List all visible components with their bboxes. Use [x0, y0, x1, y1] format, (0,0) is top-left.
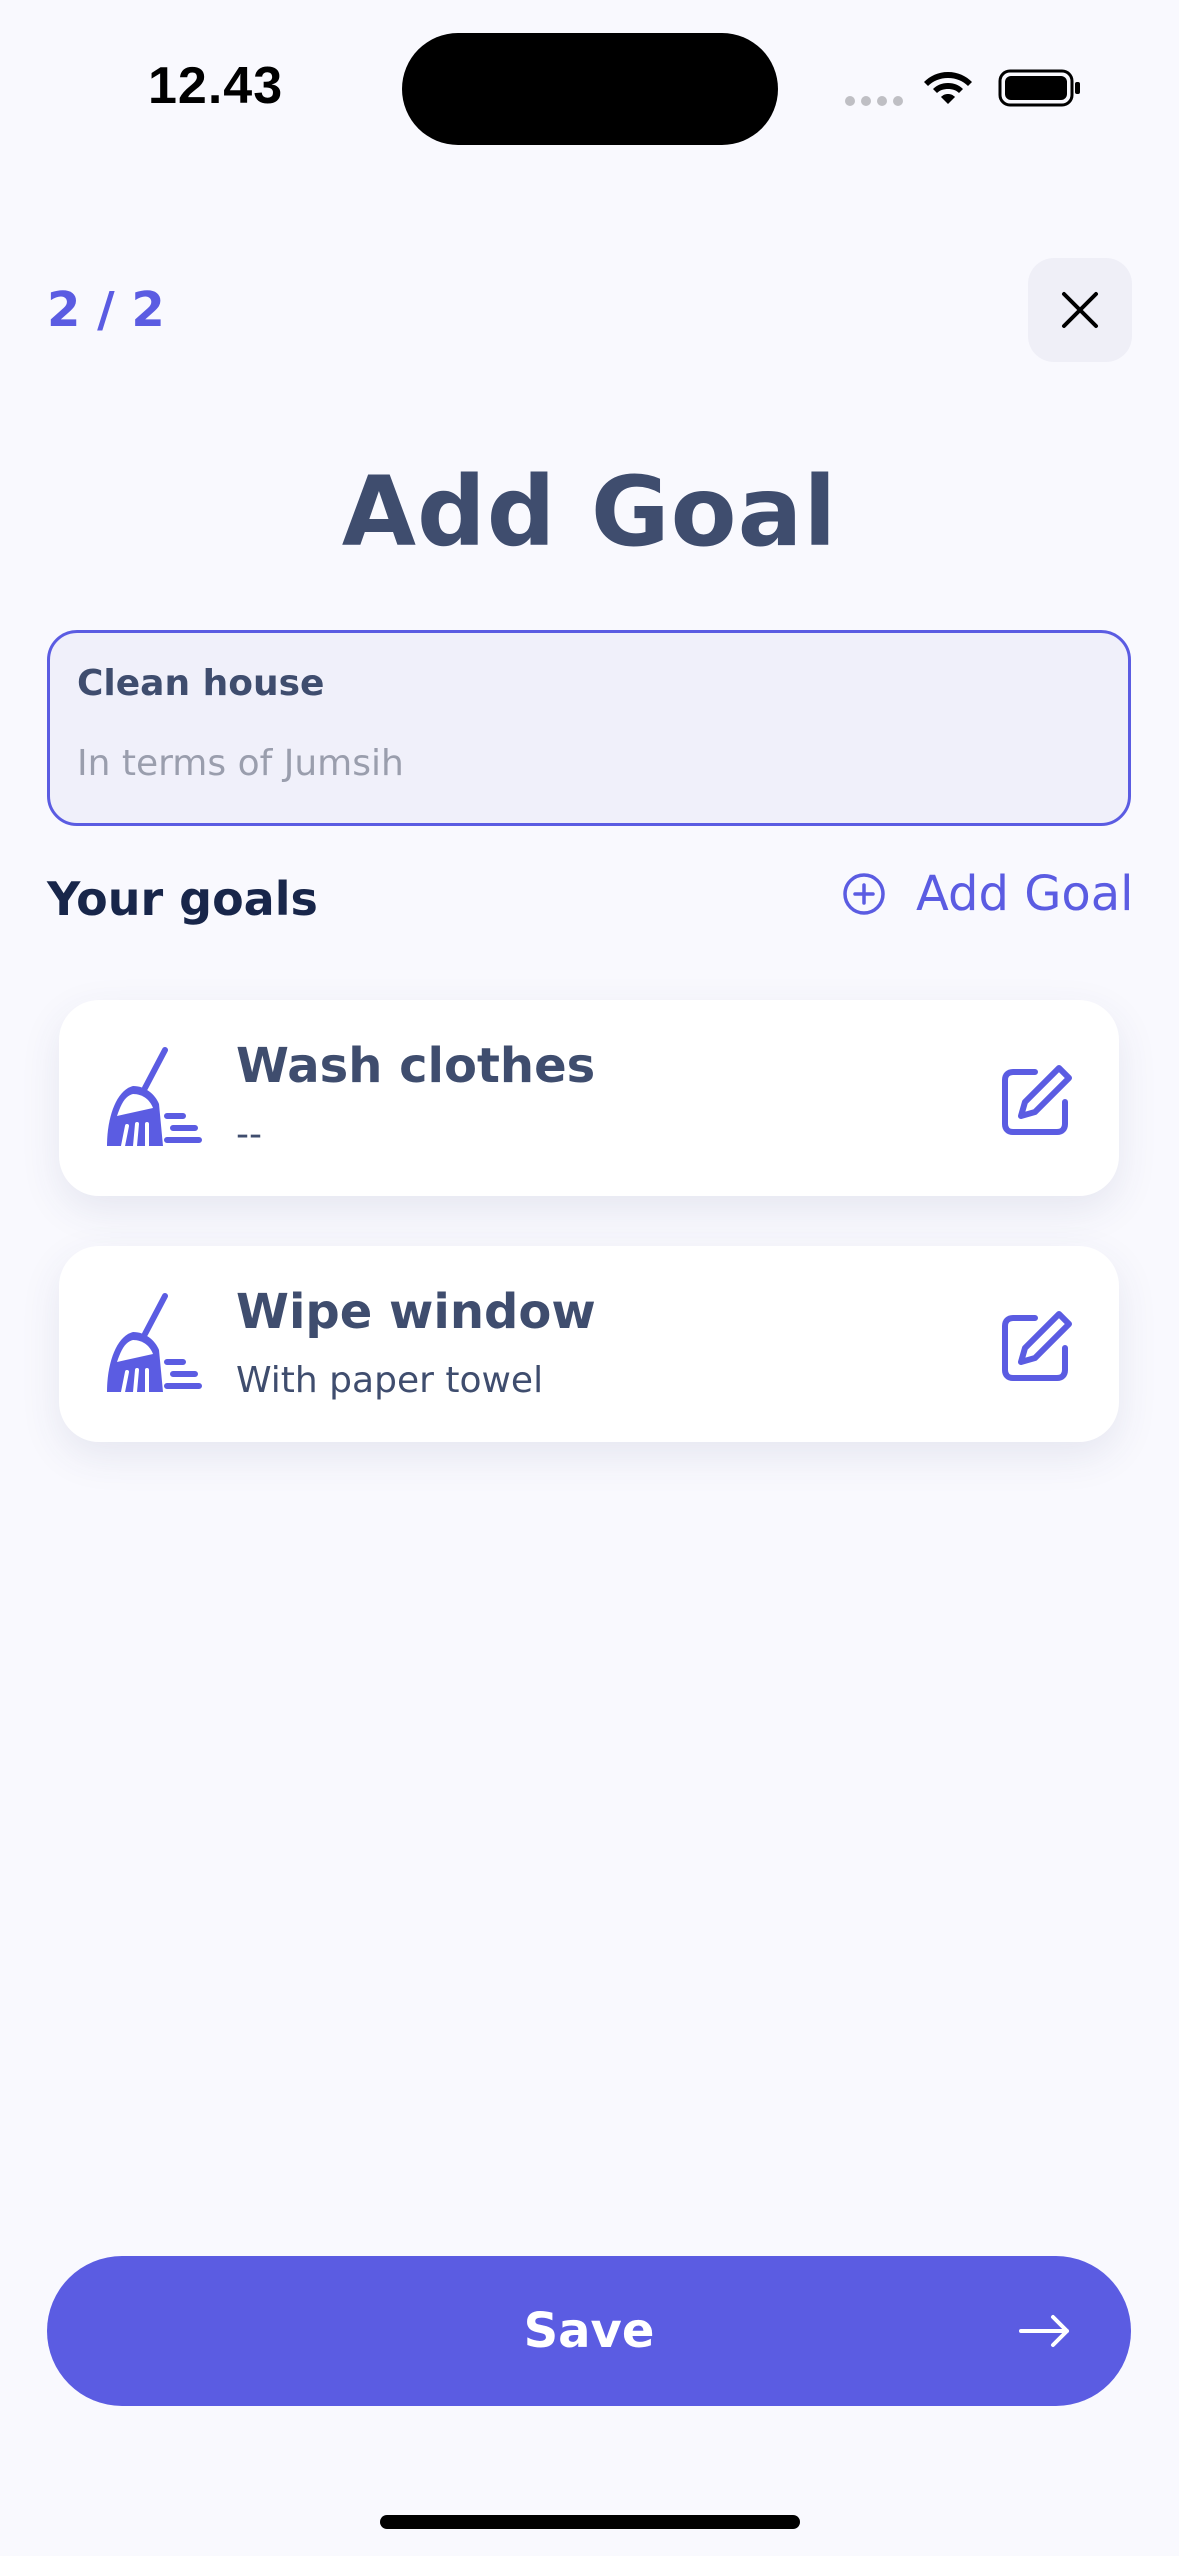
save-button[interactable]: Save	[47, 2256, 1131, 2406]
arrow-right-icon	[1019, 2315, 1069, 2347]
edit-icon[interactable]	[999, 1308, 1075, 1384]
add-goal-button[interactable]: Add Goal	[842, 866, 1134, 922]
goal-title: Wipe window	[236, 1284, 596, 1340]
goal-name-label: Clean house	[77, 663, 325, 704]
goal-title: Wash clothes	[236, 1038, 596, 1094]
dynamic-island	[402, 33, 778, 145]
plus-circle-icon	[843, 873, 885, 915]
page-title: Add Goal	[341, 456, 838, 568]
goal-subtitle: With paper towel	[236, 1360, 544, 1401]
cellular-signal-icon	[845, 96, 903, 106]
wifi-icon	[924, 72, 972, 104]
step-counter: 2 / 2	[47, 282, 165, 338]
goal-unit-input[interactable]	[74, 733, 1100, 793]
goal-card[interactable]: Wash clothes --	[59, 1000, 1119, 1196]
save-label: Save	[523, 2303, 655, 2359]
edit-icon[interactable]	[999, 1062, 1075, 1138]
broom-icon	[107, 1293, 202, 1394]
add-goal-label: Add Goal	[916, 866, 1134, 922]
goal-card[interactable]: Wipe window With paper towel	[59, 1246, 1119, 1442]
close-icon	[1062, 292, 1098, 328]
goal-input-card[interactable]: Clean house	[47, 630, 1131, 826]
broom-icon	[107, 1047, 202, 1148]
home-indicator	[380, 2515, 800, 2529]
close-button[interactable]	[1028, 258, 1132, 362]
battery-icon	[998, 69, 1080, 107]
goal-subtitle: --	[236, 1114, 262, 1155]
status-time: 12.43	[148, 57, 284, 115]
your-goals-heading: Your goals	[47, 872, 318, 926]
